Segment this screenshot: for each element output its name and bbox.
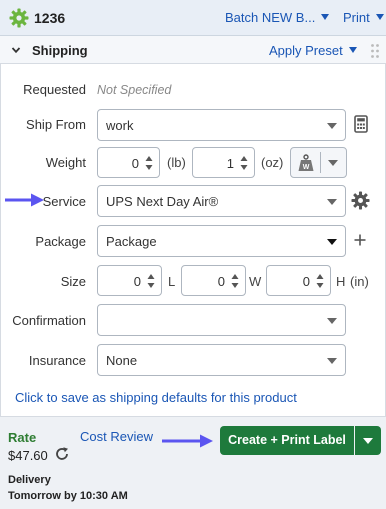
scale-icon: W [298,154,314,171]
service-label: Service [42,194,86,209]
chevron-down-icon[interactable] [11,45,21,55]
delivery-value: Tomorrow by 10:30 AM [8,490,128,502]
create-label-options-button[interactable] [355,426,381,455]
gear-icon[interactable] [351,191,370,210]
caret-down-icon [375,14,384,20]
refresh-icon[interactable] [54,446,70,462]
package-select[interactable]: Package [97,225,346,257]
weight-label: Weight [45,155,86,170]
delivery-label: Delivery [8,474,51,486]
button-divider [320,152,321,173]
size-units: (in) [350,274,369,289]
service-select[interactable]: UPS Next Day Air® [97,185,346,217]
spinner-icon[interactable] [147,273,155,289]
spinner-icon[interactable] [240,155,248,171]
size-height-value: 0 [302,274,310,289]
caret-down-icon [327,123,337,129]
rate-value: $47.60 [8,448,48,463]
apply-preset-label: Apply Preset [269,43,343,58]
annotation-arrow [162,434,213,448]
size-width-unit: W [249,274,262,289]
package-value: Package [106,234,157,249]
ship-from-select[interactable]: work [97,109,346,141]
caret-down-icon [328,160,338,166]
svg-text:W: W [303,164,310,171]
print-label: Print [343,10,370,25]
caret-down-icon [363,438,373,444]
size-height-unit: H [336,274,346,289]
service-value: UPS Next Day Air® [106,194,219,209]
spinner-icon[interactable] [145,155,153,171]
weight-oz-input[interactable]: 1 [192,147,255,178]
caret-down-icon [327,358,337,364]
annotation-arrow [5,193,44,207]
gear-icon[interactable] [9,8,29,28]
size-label: Size [60,274,86,289]
plus-icon[interactable] [354,234,366,246]
requested-value: Not Specified [97,83,172,97]
size-width-input[interactable]: 0 [181,265,246,296]
weight-lb-unit: (lb) [167,155,186,170]
batch-label: Batch NEW B... [225,10,316,25]
size-length-unit: L [168,274,176,289]
weight-lb-value: 0 [131,156,139,171]
create-print-label-button[interactable]: Create + Print Label [220,426,354,455]
confirmation-label: Confirmation [12,313,86,328]
requested-label: Requested [23,82,86,97]
size-height-input[interactable]: 0 [266,265,331,296]
caret-down-icon [348,47,357,53]
batch-dropdown[interactable]: Batch NEW B... [225,10,330,25]
caret-down-icon [321,14,330,20]
shipping-section-header[interactable]: Shipping Apply Preset [0,36,386,64]
rate-footer: Rate $47.60 Cost Review Delivery Tomorro… [0,416,386,509]
spinner-icon[interactable] [316,273,324,289]
insurance-value: None [106,353,138,368]
order-header: 1236 Batch NEW B... Print [0,0,386,36]
cost-review-link[interactable]: Cost Review [80,429,153,444]
weight-oz-value: 1 [226,156,234,171]
weight-lb-input[interactable]: 0 [97,147,160,178]
caret-down-icon [327,318,337,324]
size-length-value: 0 [133,274,141,289]
size-width-value: 0 [217,274,225,289]
calculator-icon[interactable] [354,115,368,133]
section-title: Shipping [32,43,88,58]
print-dropdown[interactable]: Print [343,10,384,25]
spinner-icon[interactable] [231,273,239,289]
caret-down-icon [327,199,337,205]
weight-oz-unit: (oz) [261,155,284,170]
ship-from-value: work [106,118,134,133]
insurance-select[interactable]: None [97,344,346,376]
save-defaults-link[interactable]: Click to save as shipping defaults for t… [15,390,297,405]
shipping-form: Requested Not Specified Ship From work W… [0,64,386,416]
ship-from-label: Ship From [26,117,86,132]
drag-handle-icon[interactable] [370,43,380,59]
apply-preset-dropdown[interactable]: Apply Preset [269,43,357,58]
package-label: Package [35,234,86,249]
insurance-label: Insurance [28,353,86,368]
confirmation-select[interactable] [97,304,346,336]
size-length-input[interactable]: 0 [97,265,162,296]
order-number: 1236 [34,10,66,26]
scale-button[interactable]: W [290,147,347,178]
caret-down-icon [327,239,337,245]
rate-label: Rate [8,430,37,445]
